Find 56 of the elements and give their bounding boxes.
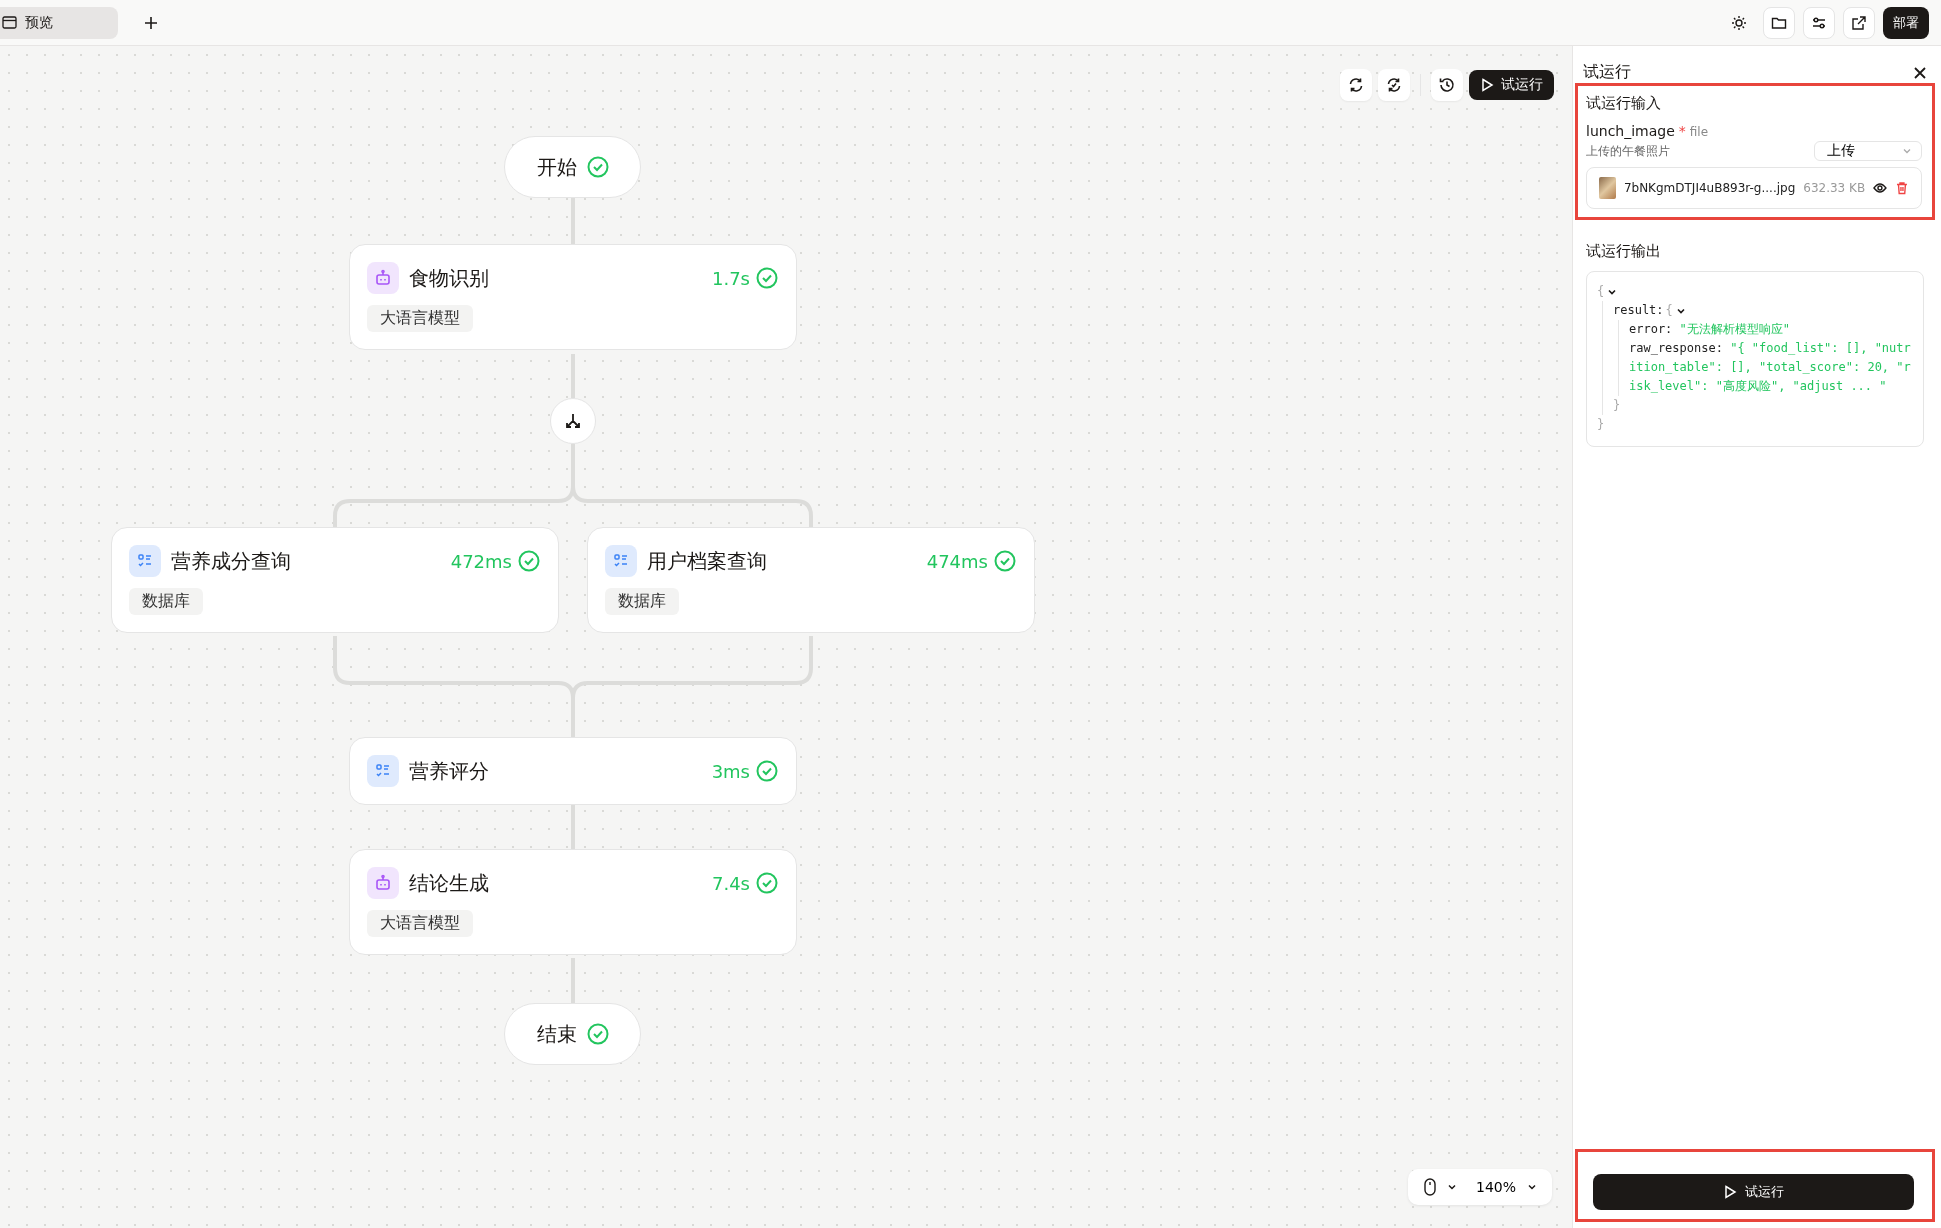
terminal-node[interactable]: 开始 — [504, 136, 641, 198]
workflow-node[interactable]: 食物识别 1.7s 大语言模型 — [349, 244, 797, 350]
history-icon — [1438, 76, 1456, 94]
mouse-icon — [1423, 1178, 1436, 1196]
external-link-icon — [1851, 14, 1867, 31]
photo-placeholder — [1599, 177, 1616, 199]
input-mode-dropdown[interactable]: 上传 — [1814, 141, 1922, 161]
play-icon — [1480, 78, 1494, 92]
preview-tab[interactable]: 预览 — [0, 6, 118, 39]
json-brace: { — [1665, 302, 1673, 319]
sync-button[interactable] — [1378, 69, 1410, 101]
open-external-button[interactable] — [1843, 6, 1875, 39]
json-entry: error: "无法解析模型响应" — [1629, 321, 1791, 338]
file-name: 7bNKgmDTJI4uB893r-g....jpg — [1623, 181, 1796, 195]
section-title: 试运行输入 — [1586, 94, 1662, 113]
branch-node[interactable] — [550, 398, 596, 444]
panel-title: 试运行 — [1583, 62, 1631, 83]
section-title: 试运行输出 — [1586, 242, 1662, 261]
eye-icon[interactable] — [1873, 181, 1888, 195]
terminal-node[interactable]: 结束 — [504, 1003, 641, 1065]
folder-button[interactable] — [1763, 6, 1795, 39]
sync-icon — [1385, 76, 1403, 94]
zoom-dropdown[interactable]: 140% — [1475, 1179, 1538, 1195]
workflow-node[interactable]: 用户档案查询 474ms 数据库 — [587, 527, 1035, 633]
field-description: 上传的午餐照片 — [1586, 142, 1670, 160]
field-label: lunch_image — [1586, 123, 1675, 139]
field-type: file — [1689, 125, 1709, 139]
deploy-button[interactable]: 部署 — [1883, 6, 1929, 39]
sun-icon[interactable] — [1731, 14, 1747, 31]
pointer-mode-dropdown[interactable] — [1423, 1178, 1458, 1196]
trash-icon[interactable] — [1895, 181, 1909, 195]
robot-icon — [367, 867, 399, 899]
refresh-button[interactable] — [1340, 69, 1372, 101]
json-brace: } — [1613, 397, 1621, 414]
window-icon — [2, 16, 17, 29]
workflow-node[interactable]: 结论生成 7.4s 大语言模型 — [349, 849, 797, 955]
json-brace: } — [1597, 416, 1605, 433]
required-mark: * — [1678, 123, 1686, 139]
json-entry: raw_response: "{ "food_list": [], "nutrition_table": [], "total_score": 20, "risk_level": "高度风险", "adjust ... " — [1629, 340, 1911, 395]
json-brace: { — [1597, 283, 1605, 300]
checklist-icon — [129, 545, 161, 577]
run-button[interactable]: 试运行 — [1593, 1174, 1914, 1210]
run-button[interactable]: 试运行 — [1469, 70, 1554, 100]
play-icon — [1723, 1185, 1737, 1199]
checklist-icon — [605, 545, 637, 577]
refresh-icon — [1347, 76, 1365, 94]
close-button[interactable] — [1913, 65, 1927, 80]
settings-button[interactable] — [1803, 6, 1835, 39]
checklist-icon — [367, 755, 399, 787]
file-size: 632.33 KB — [1803, 181, 1866, 195]
history-button[interactable] — [1431, 69, 1463, 101]
robot-icon — [367, 262, 399, 294]
workflow-node[interactable]: 营养成分查询 472ms 数据库 — [111, 527, 559, 633]
fork-icon — [563, 411, 583, 431]
json-key: result: — [1613, 301, 1664, 320]
workflow-node[interactable]: 营养评分 3ms — [349, 737, 797, 805]
